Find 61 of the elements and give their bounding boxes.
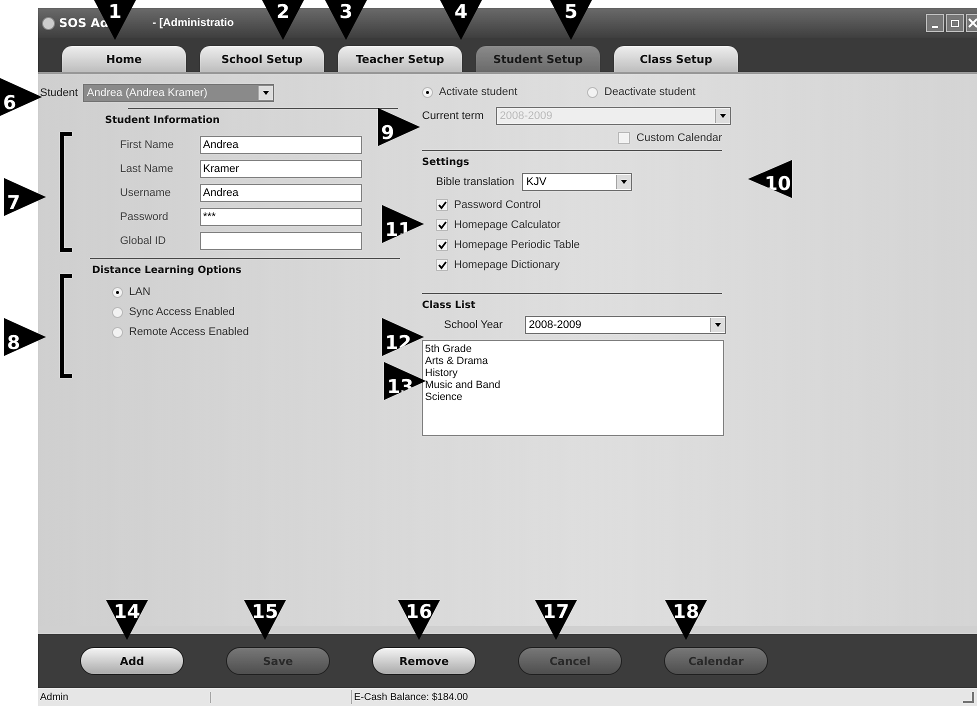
bible-translation-label: Bible translation bbox=[436, 176, 514, 188]
term-label: Current term bbox=[422, 110, 484, 122]
status-user: Admin bbox=[38, 692, 211, 702]
radio-label: Deactivate student bbox=[604, 86, 696, 98]
radio-button[interactable] bbox=[112, 306, 123, 318]
list-item[interactable]: 5th Grade bbox=[425, 343, 721, 355]
checkbox[interactable] bbox=[436, 219, 448, 231]
radio-button[interactable] bbox=[112, 286, 123, 298]
input-field[interactable]: Andrea bbox=[200, 184, 362, 202]
pill-button[interactable]: Add bbox=[80, 647, 184, 675]
radio-label: Remote Access Enabled bbox=[129, 326, 249, 338]
bible-translation-dropdown[interactable]: KJV bbox=[522, 173, 632, 191]
pill-button[interactable]: Remove bbox=[372, 647, 476, 675]
radio-label: LAN bbox=[129, 286, 150, 298]
list-item[interactable]: History bbox=[425, 367, 721, 379]
close-icon[interactable] bbox=[966, 14, 977, 32]
list-item[interactable]: Science bbox=[425, 391, 721, 403]
tab[interactable]: School Setup bbox=[200, 46, 324, 72]
callout-marker: 6 bbox=[0, 78, 42, 116]
section-title: Class List bbox=[422, 300, 476, 311]
radio-label: Activate student bbox=[439, 86, 518, 98]
minimize-icon[interactable] bbox=[926, 14, 944, 32]
list-item[interactable]: Arts & Drama bbox=[425, 355, 721, 367]
radio-button[interactable] bbox=[587, 86, 598, 98]
checkbox-label: Homepage Calculator bbox=[454, 219, 560, 231]
resize-grip-icon bbox=[963, 692, 974, 702]
window-title: - [Administratio bbox=[152, 17, 234, 29]
field-label: First Name bbox=[120, 139, 175, 151]
school-year-label: School Year bbox=[444, 319, 503, 331]
checkbox[interactable] bbox=[436, 239, 448, 251]
input-field[interactable]: *** bbox=[200, 208, 362, 226]
checkbox-label: Custom Calendar bbox=[636, 132, 722, 144]
checkbox-label: Homepage Periodic Table bbox=[454, 239, 580, 251]
section-title: Distance Learning Options bbox=[92, 265, 242, 276]
input-field[interactable] bbox=[200, 232, 362, 250]
checkbox-label: Homepage Dictionary bbox=[454, 259, 560, 271]
tab[interactable]: Student Setup bbox=[476, 46, 600, 72]
student-label: Student bbox=[40, 87, 78, 99]
radio-button[interactable] bbox=[422, 86, 433, 98]
radio-label: Sync Access Enabled bbox=[129, 306, 235, 318]
section-title: Settings bbox=[422, 157, 470, 168]
field-label: Last Name bbox=[120, 163, 174, 175]
section-title: Student Information bbox=[105, 115, 221, 126]
school-year-dropdown[interactable]: 2008-2009 bbox=[524, 316, 726, 334]
tab[interactable]: Teacher Setup bbox=[338, 46, 462, 72]
field-label: Password bbox=[120, 211, 170, 223]
checkbox[interactable] bbox=[618, 132, 630, 144]
restore-icon[interactable] bbox=[946, 14, 964, 32]
field-label: Global ID bbox=[120, 235, 167, 247]
checkbox-label: Password Control bbox=[454, 199, 541, 211]
status-balance: E-Cash Balance: $184.00 bbox=[353, 692, 468, 702]
list-item[interactable]: Music and Band bbox=[425, 379, 721, 391]
input-field[interactable]: Kramer bbox=[200, 160, 362, 178]
app-icon bbox=[42, 16, 55, 30]
checkbox[interactable] bbox=[436, 259, 448, 271]
field-label: Username bbox=[120, 187, 172, 199]
tab[interactable]: Class Setup bbox=[614, 46, 738, 72]
input-field[interactable]: Andrea bbox=[200, 136, 362, 154]
checkbox[interactable] bbox=[436, 199, 448, 211]
radio-button[interactable] bbox=[112, 326, 123, 338]
tab[interactable]: Home bbox=[62, 46, 186, 72]
